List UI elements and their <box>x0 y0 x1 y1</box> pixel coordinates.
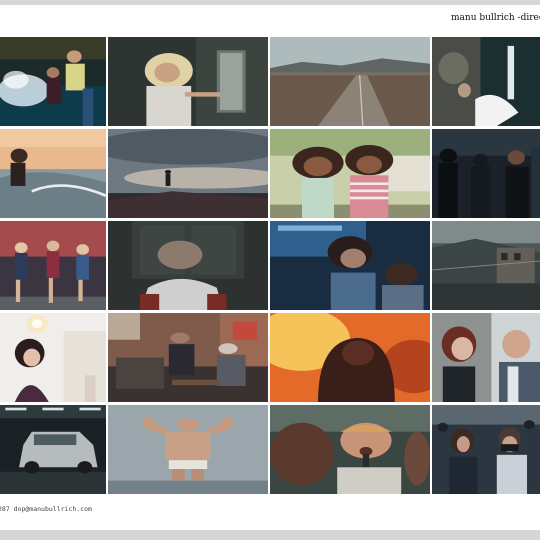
frame-car-showroom[interactable] <box>0 405 106 494</box>
contact-info[interactable]: 287 dop@manubullrich.com <box>0 505 92 513</box>
frame-blonde-woman-mirror[interactable] <box>108 37 268 126</box>
frame-man-shouting[interactable] <box>270 405 430 494</box>
frame-desert-road[interactable] <box>270 37 430 126</box>
page-title: manu bullrich -director of p <box>451 13 540 23</box>
frame-dark-crowd[interactable] <box>432 129 540 218</box>
frame-men-on-sofa[interactable] <box>108 313 268 402</box>
portfolio-page: manu bullrich -director of p <box>0 5 540 530</box>
frame-grid <box>0 37 540 494</box>
frame-two-girls[interactable] <box>270 129 430 218</box>
frame-hillside-town[interactable] <box>432 221 540 310</box>
frame-boy-dark-room[interactable] <box>108 221 268 310</box>
frame-flexing-man[interactable] <box>108 405 268 494</box>
frame-hooded-figure-fire[interactable] <box>270 313 430 402</box>
frame-women-running[interactable] <box>0 221 106 310</box>
bottom-border <box>0 530 540 540</box>
frame-surf-splash[interactable] <box>0 37 106 126</box>
frame-woman-chandelier[interactable] <box>0 313 106 402</box>
frame-surfer-sunset[interactable] <box>0 129 106 218</box>
frame-silhouette-on-hill[interactable] <box>108 129 268 218</box>
frame-woman-blue-light[interactable] <box>270 221 430 310</box>
frame-audience-watching[interactable] <box>432 405 540 494</box>
frame-hand-on-glass[interactable] <box>432 37 540 126</box>
frame-couple-in-car[interactable] <box>432 313 540 402</box>
